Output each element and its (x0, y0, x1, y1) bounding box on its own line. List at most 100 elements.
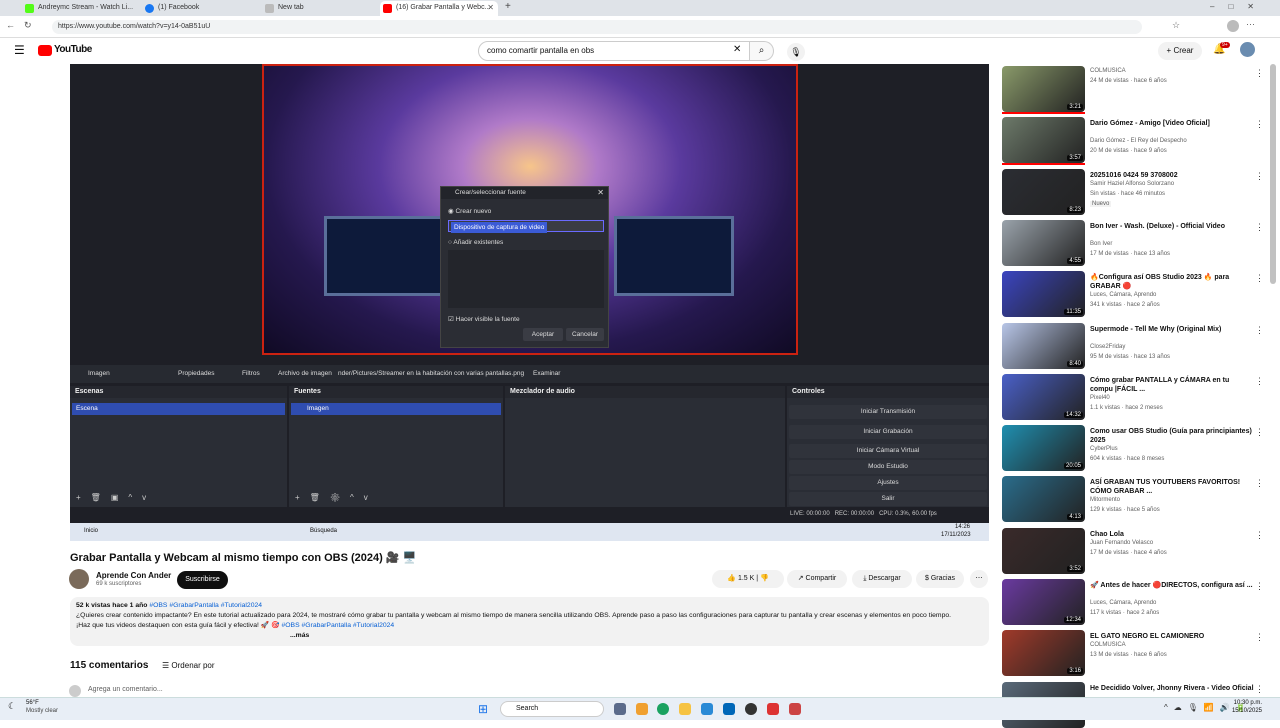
windows-start-icon[interactable]: ⊞ (478, 702, 488, 716)
profile-avatar-icon[interactable] (1227, 20, 1239, 32)
edge-icon[interactable] (657, 703, 669, 715)
avatar[interactable] (1240, 42, 1255, 57)
video-thumbnail[interactable]: 3:16 (1002, 630, 1085, 677)
share-button[interactable]: ↗ Compartir (787, 570, 847, 588)
scene-toolbar-icons[interactable]: +🗑▣^v (76, 493, 156, 502)
file-explorer-icon[interactable] (679, 703, 691, 715)
video-thumbnail[interactable]: 3:57 (1002, 117, 1085, 164)
more-options-icon[interactable]: ⋮ (1255, 376, 1264, 387)
url-field[interactable]: https://www.youtube.com/watch?v=y14-0aB5… (52, 20, 1142, 34)
search-button[interactable]: ⌕ (750, 41, 774, 61)
more-actions-button[interactable]: ⋯ (970, 570, 988, 588)
more-options-icon[interactable]: ⋮ (1255, 478, 1264, 489)
rec-title[interactable]: Cómo grabar PANTALLA y CÁMARA en tu comp… (1090, 376, 1254, 394)
video-thumbnail[interactable]: 4:55 (1002, 219, 1085, 266)
more-options-icon[interactable]: ⋮ (1255, 325, 1264, 336)
widgets-icon[interactable] (636, 703, 648, 715)
more-options-icon[interactable]: ⋮ (1255, 684, 1264, 695)
download-button[interactable]: ⤓ Descargar (852, 570, 912, 588)
start-recording-button[interactable]: Iniciar Grabación (789, 425, 987, 439)
start-virtual-camera-button[interactable]: Iniciar Cámara Virtual (789, 444, 987, 458)
rec-channel[interactable]: Luces, Cámara, Aprendo (1090, 292, 1156, 298)
recommendation-item[interactable]: 11:35 🔥Configura así OBS Studio 2023 🔥 pa… (1002, 271, 1264, 318)
desc-tags-2[interactable]: #OBS #GrabarPantalla #Tutorial2024 (281, 622, 394, 629)
reload-icon[interactable]: ↻ (24, 20, 32, 31)
recommendation-item[interactable]: 12:34 🚀 Antes de hacer 🔴DIRECTOS, configu… (1002, 579, 1264, 625)
browse-button[interactable]: Examinar (533, 365, 560, 383)
thanks-button[interactable]: $ Gracias (916, 570, 964, 588)
rec-title[interactable]: He Decidido Volver, Jhonny Rivera - Vide… (1090, 684, 1254, 693)
task-view-icon[interactable] (614, 703, 626, 715)
star-icon[interactable]: ☆ (1172, 20, 1180, 31)
desc-tags[interactable]: #OBS #GrabarPantalla #Tutorial2024 (149, 602, 262, 609)
rec-title[interactable]: 20251016 0424 59 3708002 (1090, 171, 1254, 180)
rec-channel[interactable]: COLMUSICA (1090, 68, 1126, 74)
rec-channel[interactable]: Samir Haziel Alfonso Solorzano (1090, 181, 1174, 187)
exit-button[interactable]: Salir (789, 492, 987, 506)
more-options-icon[interactable]: ⋮ (1255, 222, 1264, 233)
visible-checkbox[interactable]: ☑ Hacer visible la fuente (448, 315, 520, 323)
source-name-input[interactable]: Dispositivo de captura de video (448, 220, 604, 233)
rec-channel[interactable]: Mitormento (1090, 497, 1120, 503)
search-input[interactable]: como comartir pantalla en obs (478, 41, 750, 61)
rec-title[interactable]: Bon Iver - Wash. (Deluxe) - Official Vid… (1090, 222, 1254, 231)
youtube-logo-icon[interactable] (38, 45, 52, 56)
recommendation-item[interactable]: 3:52 Chao Lola Juan Fernando Velasco 17 M d… (1002, 527, 1264, 574)
recommendation-item[interactable]: 8:40 Supermode - Tell Me Why (Original Mi… (1002, 322, 1264, 369)
rec-channel[interactable]: COLMUSICA (1090, 642, 1126, 648)
more-options-icon[interactable]: ⋮ (1255, 171, 1264, 182)
studio-mode-button[interactable]: Modo Estudio (789, 460, 987, 474)
back-icon[interactable]: ← (6, 20, 15, 30)
rec-channel[interactable]: Juan Fernando Velasco (1090, 540, 1153, 546)
page-scrollbar[interactable] (1270, 64, 1276, 284)
tab-facebook[interactable]: (1) Facebook (142, 1, 260, 16)
rec-title[interactable]: Chao Lola (1090, 530, 1254, 539)
video-thumbnail[interactable]: 8:40 (1002, 322, 1085, 369)
more-options-icon[interactable]: ⋮ (1255, 68, 1264, 79)
tab-newtab[interactable]: New tab (262, 1, 380, 16)
description-box[interactable]: 52 k vistas hace 1 año #OBS #GrabarPanta… (70, 597, 989, 646)
window-controls[interactable]: –□✕ (1210, 2, 1268, 11)
like-dislike-button[interactable]: 👍 1.5 K | 👎 (712, 570, 784, 588)
menu-dots-icon[interactable]: ⋯ (1246, 19, 1255, 30)
dialog-close-icon[interactable]: ✕ (597, 188, 604, 197)
new-tab-icon[interactable]: + (505, 1, 511, 12)
tab-kick[interactable]: Andreymc Stream - Watch Li... (22, 1, 140, 16)
rec-title[interactable]: 🚀 Antes de hacer 🔴DIRECTOS, configura as… (1090, 581, 1254, 590)
video-thumbnail[interactable]: 12:34 (1002, 579, 1085, 625)
mail-icon[interactable] (723, 703, 735, 715)
tab-youtube[interactable]: (16) Grabar Pantalla y Webc... ✕ (380, 1, 498, 16)
recommendation-item[interactable]: 4:13 ASÍ GRABAN TUS YOUTUBERS FAVORITOS! … (1002, 476, 1264, 523)
rec-channel[interactable]: Close2Friday (1090, 344, 1125, 350)
more-options-icon[interactable]: ⋮ (1255, 119, 1264, 130)
sort-button[interactable]: ☰ Ordenar por (162, 661, 215, 670)
recommendation-item[interactable]: 20:05 Como usar OBS Studio (Guía para pri… (1002, 425, 1264, 472)
rec-title[interactable]: Como usar OBS Studio (Guía para principi… (1090, 427, 1254, 445)
more-options-icon[interactable]: ⋮ (1255, 581, 1264, 592)
radio-create-new[interactable]: ◉ Crear nuevo (448, 207, 491, 215)
rec-title[interactable]: Supermode - Tell Me Why (Original Mix) (1090, 325, 1254, 334)
app-icon[interactable] (767, 703, 779, 715)
more-options-icon[interactable]: ⋮ (1255, 427, 1264, 438)
create-button[interactable]: + Crear (1158, 42, 1202, 60)
close-tab-icon[interactable]: ✕ (487, 1, 494, 15)
video-thumbnail[interactable]: 8:23 (1002, 168, 1085, 215)
taskbar-search-box[interactable]: Search (500, 701, 604, 717)
rec-title[interactable]: ASÍ GRABAN TUS YOUTUBERS FAVORITOS! CÓMO… (1090, 478, 1254, 496)
rec-channel[interactable]: CyberPlus (1090, 446, 1118, 452)
video-thumbnail[interactable]: 11:35 (1002, 271, 1085, 318)
video-thumbnail[interactable]: 20:05 (1002, 425, 1085, 472)
video-thumbnail[interactable]: 4:13 (1002, 476, 1085, 523)
rec-title[interactable]: Dario Gómez - Amigo [Video Oficial] (1090, 119, 1254, 128)
cancel-button[interactable]: Cancelar (566, 328, 604, 341)
recommendation-item[interactable]: 8:23 20251016 0424 59 3708002 Samir Haziel… (1002, 168, 1264, 215)
start-streaming-button[interactable]: Iniciar Transmisión (789, 405, 987, 419)
rec-channel[interactable]: Bon Iver (1090, 241, 1112, 247)
accept-button[interactable]: Aceptar (523, 328, 563, 341)
clear-search-icon[interactable]: ✕ (733, 44, 741, 55)
more-options-icon[interactable]: ⋮ (1255, 632, 1264, 643)
video-thumbnail[interactable]: 3:21 (1002, 66, 1085, 112)
recommendation-item[interactable]: 3:16 EL GATO NEGRO EL CAMIONERO COLMUSICA 1… (1002, 630, 1264, 677)
source-item[interactable]: Imagen (291, 403, 501, 415)
subscribe-button[interactable]: Suscribirse (177, 571, 228, 589)
